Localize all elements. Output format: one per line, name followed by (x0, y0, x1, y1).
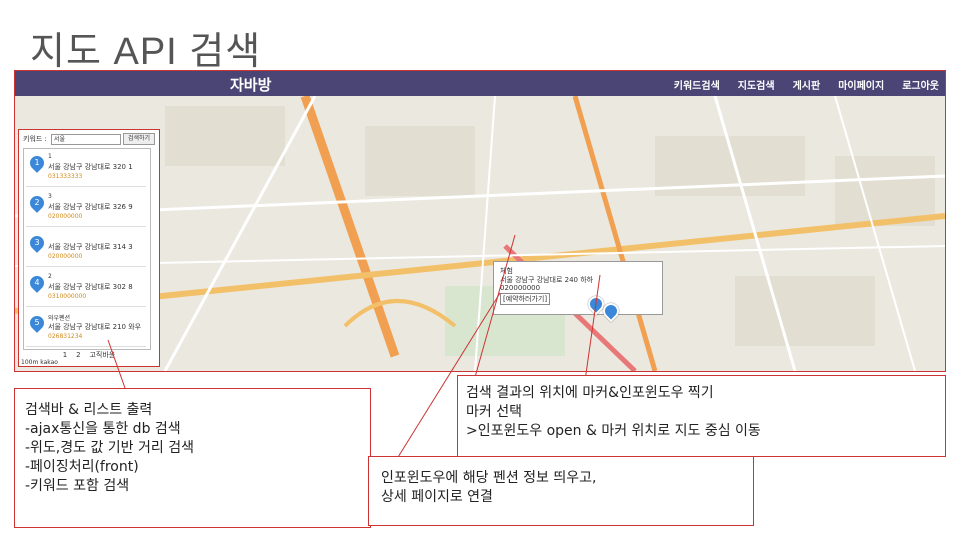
pager-extra: 고직바운 (89, 351, 116, 359)
caption-line: 상세 페이지로 연결 (381, 489, 493, 505)
caption-line: >인포윈도우 open & 마커 위치로 지도 중심 이동 (466, 423, 761, 439)
item-name: 와우펜션 (48, 315, 71, 322)
item-address: 서울 강남구 강남대로 320 1 (48, 163, 133, 171)
caption-line: -ajax통신을 통한 db 검색 (25, 421, 181, 437)
brand-logo[interactable]: 자바방 (230, 74, 271, 95)
caption-line: -위도,경도 값 기반 거리 검색 (25, 440, 194, 456)
scale-value: 100m (21, 359, 39, 366)
item-phone: 020000000 (48, 253, 83, 260)
item-name: 1 (48, 153, 52, 160)
page-link[interactable]: 1 (63, 351, 67, 359)
slide-title: 지도 API 검색 (30, 31, 262, 73)
caption-line: 마커 선택 (466, 404, 522, 420)
search-panel: 키워드 : 서울 검색하기 1 1 서울 강남구 강남대로 320 1 0313… (18, 129, 160, 367)
list-item[interactable]: 1 1 서울 강남구 강남대로 320 1 031333333 (26, 151, 146, 187)
keyword-label: 키워드 : (23, 135, 47, 143)
caption-infowindow: 인포윈도우에 해당 펜션 정보 띄우고, 상세 페이지로 연결 (368, 456, 754, 526)
caption-search-list: 검색바 & 리스트 출력 -ajax통신을 통한 db 검색 -위도,경도 값 … (14, 388, 371, 528)
list-item[interactable]: 5 와우펜션 서울 강남구 강남대로 210 와우 026831234 (26, 311, 146, 347)
item-phone: 031333333 (48, 173, 83, 180)
search-button[interactable]: 검색하기 (123, 133, 155, 145)
nav-menu: 키워드검색 지도검색 게시판 마이페이지 로그아웃 (674, 77, 939, 92)
marker-icon: 1 (27, 153, 47, 173)
item-phone: 0310000000 (48, 293, 87, 300)
result-list: 1 1 서울 강남구 강남대로 320 1 031333333 2 3 서울 강… (23, 148, 151, 350)
map-provider: kakao (40, 359, 58, 366)
map-infowindow: 체험 서울 강남구 강남대로 240 하하 020000000 [예약하러가기] (493, 261, 663, 315)
map-scale: 100m kakao (21, 359, 58, 366)
item-address: 서울 강남구 강남대로 314 3 (48, 243, 133, 251)
list-item[interactable]: 3 서울 강남구 강남대로 314 3 020000000 (26, 231, 146, 267)
nav-keyword-search[interactable]: 키워드검색 (674, 77, 720, 92)
caption-line: -페이징처리(front) (25, 459, 139, 475)
item-address: 서울 강남구 강남대로 210 와우 (48, 323, 142, 331)
caption-line: -키워드 포함 검색 (25, 478, 130, 494)
nav-board[interactable]: 게시판 (793, 77, 821, 92)
caption-line: 검색바 & 리스트 출력 (25, 402, 153, 418)
item-name: 3 (48, 193, 52, 200)
app-screenshot: 자바방 키워드검색 지도검색 게시판 마이페이지 로그아웃 키워드: 서울 검… (14, 70, 946, 372)
list-item[interactable]: 2 3 서울 강남구 강남대로 326 9 020000000 (26, 191, 146, 227)
nav-logout[interactable]: 로그아웃 (902, 77, 939, 92)
caption-line: 검색 결과의 위치에 마커&인포윈도우 찍기 (466, 385, 714, 401)
top-navbar: 자바방 키워드검색 지도검색 게시판 마이페이지 로그아웃 (15, 71, 945, 96)
map-view[interactable]: 키워드 : 서울 검색하기 1 1 서울 강남구 강남대로 320 1 0313… (15, 94, 945, 371)
marker-icon: 2 (27, 193, 47, 213)
item-address: 서울 강남구 강남대로 302 8 (48, 283, 133, 291)
item-address: 서울 강남구 강남대로 326 9 (48, 203, 133, 211)
item-name: 2 (48, 273, 52, 280)
nav-mypage[interactable]: 마이페이지 (838, 77, 884, 92)
marker-icon: 3 (27, 233, 47, 253)
page-link[interactable]: 2 (76, 351, 80, 359)
caption-marker: 검색 결과의 위치에 마커&인포윈도우 찍기 마커 선택 >인포윈도우 open… (457, 375, 946, 457)
nav-map-search[interactable]: 지도검색 (738, 77, 775, 92)
search-bar: 키워드 : 서울 검색하기 (23, 133, 155, 145)
infowindow-phone: 020000000 (500, 284, 541, 292)
marker-icon: 4 (27, 273, 47, 293)
item-phone: 026831234 (48, 333, 83, 340)
list-item[interactable]: 4 2 서울 강남구 강남대로 302 8 0310000000 (26, 271, 146, 307)
marker-icon: 5 (27, 313, 47, 333)
reserve-link[interactable]: [예약하러가기] (500, 293, 551, 305)
keyword-input[interactable]: 서울 (51, 133, 121, 145)
item-phone: 020000000 (48, 213, 83, 220)
caption-line: 인포윈도우에 해당 펜션 정보 띄우고, (381, 470, 597, 486)
